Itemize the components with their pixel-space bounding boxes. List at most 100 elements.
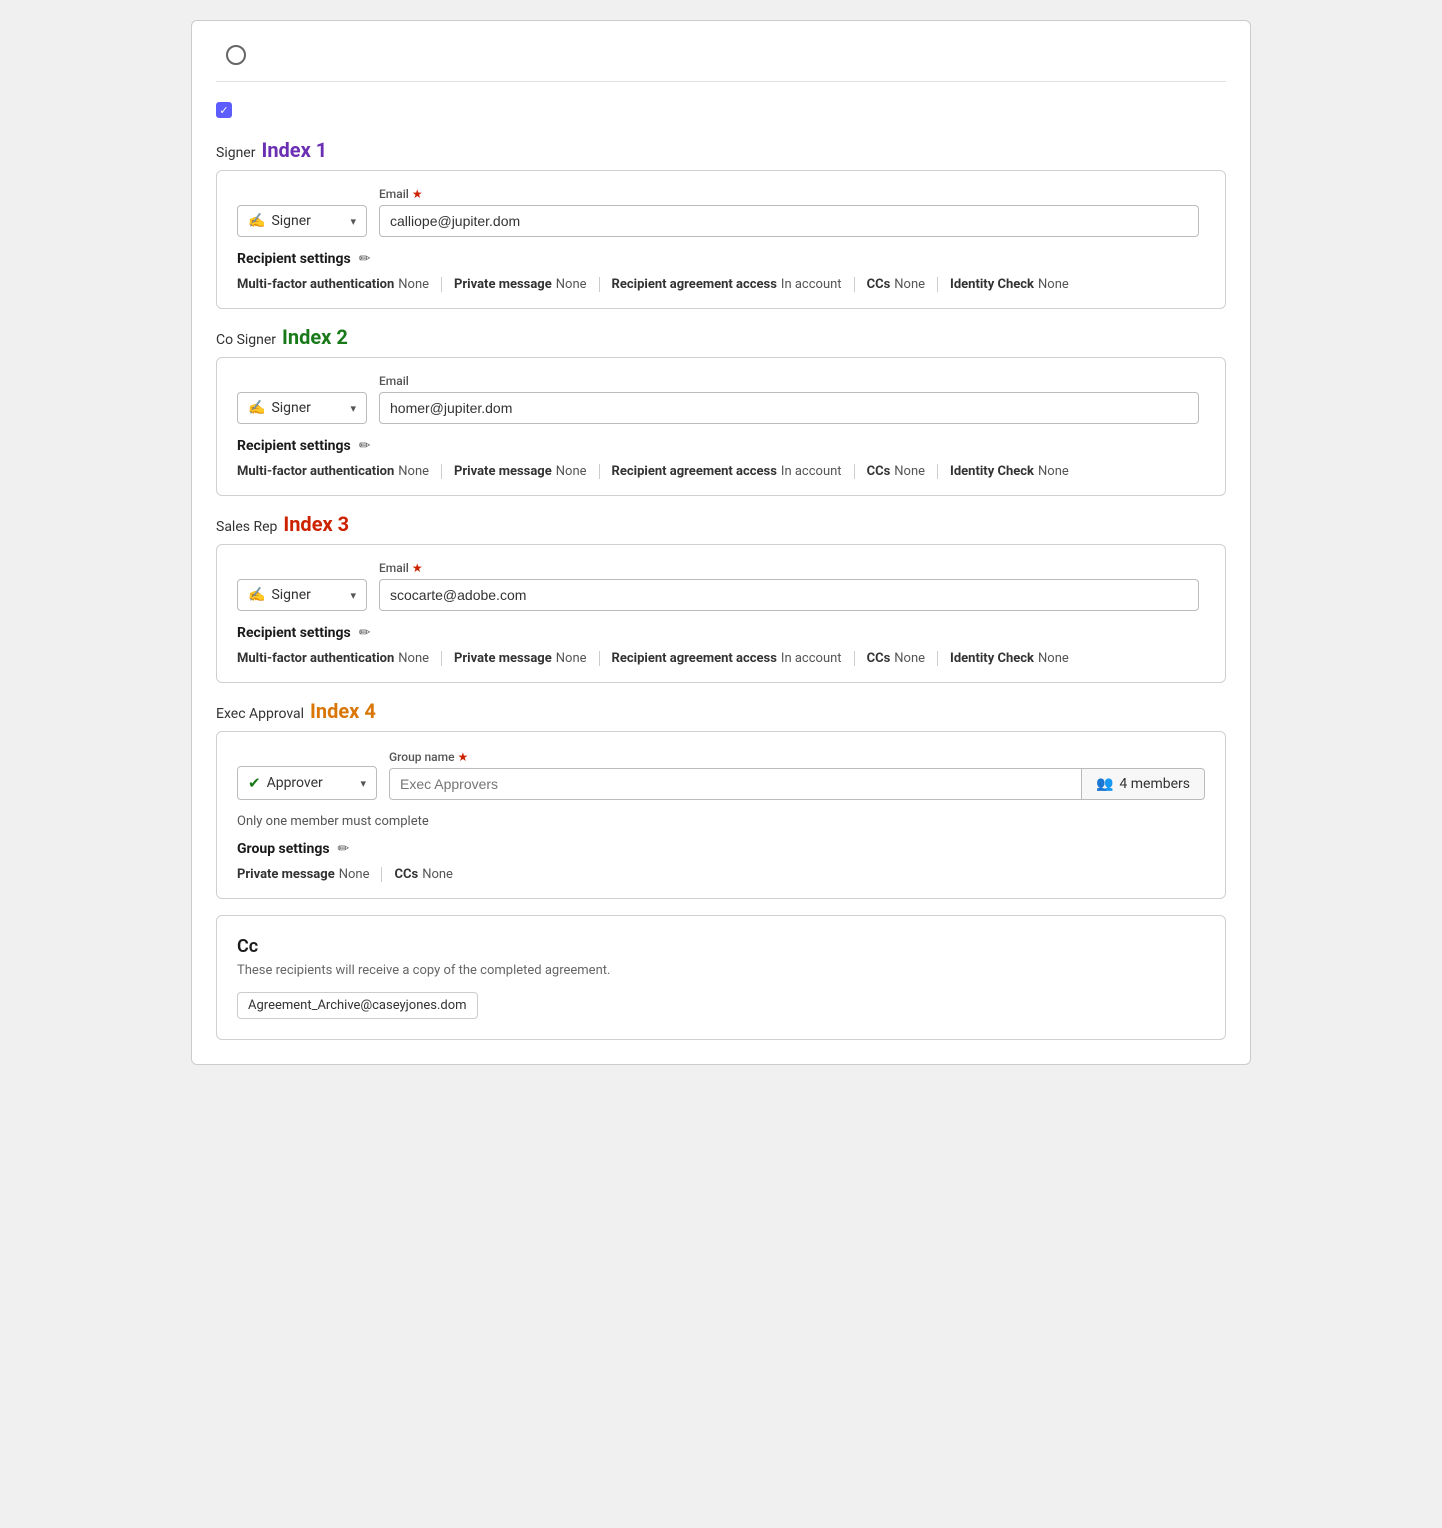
signer-dropdown-index1[interactable]: ✍Signer▾ — [237, 205, 367, 237]
edit-settings-icon-index1[interactable]: ✏ — [359, 251, 371, 267]
group-settings-key-1: CCs — [394, 867, 418, 882]
group-recipient-section-index4: Exec Approval Index 4 ✔Approver▾ Group nam… — [216, 699, 1226, 899]
cc-email-tag[interactable]: Agreement_Archive@caseyjones.dom — [237, 992, 478, 1019]
settings-row-index1: Recipient settings✏ — [237, 251, 1205, 267]
signer-icon-index3: ✍ — [248, 587, 265, 603]
dropdown-label-spacer-index1 — [237, 187, 367, 201]
settings-val-1-index1: None — [556, 277, 587, 292]
group-settings-val-1: None — [422, 867, 453, 882]
group-settings-label: Group settings — [237, 841, 330, 857]
dropdown-group-index3: ✍ Signer ▾ — [237, 561, 367, 611]
email-input-index2[interactable] — [379, 392, 1199, 424]
settings-item-4-index1: Identity Check None — [950, 277, 1069, 292]
settings-item-3-index2: CCsNone — [867, 464, 938, 479]
signer-icon-index2: ✍ — [248, 400, 265, 416]
group-header: Exec Approval Index 4 — [216, 699, 1226, 723]
group-card: ✔Approver▾ Group name ★ 👥4 members Only one… — [216, 731, 1226, 899]
group-settings-item-1: CCs None — [394, 867, 452, 882]
main-container: SignerIndex 1 ✍Signer▾Email ★Recipient s… — [191, 20, 1251, 1065]
settings-val-2-index3: In account — [781, 651, 842, 666]
settings-item-2-index2: Recipient agreement accessIn account — [612, 464, 855, 479]
settings-key-4-index2: Identity Check — [950, 464, 1034, 479]
group-settings-item-0: Private messageNone — [237, 867, 382, 882]
settings-val-4-index1: None — [1038, 277, 1069, 292]
settings-key-0-index3: Multi-factor authentication — [237, 651, 394, 666]
dropdown-text-index2: Signer — [271, 400, 310, 416]
recipient-input-row-index3: ✍ Signer ▾ Email ★ — [237, 561, 1205, 611]
group-settings-details: Private messageNone CCs None — [237, 867, 1205, 882]
signer-dropdown-index2[interactable]: ✍ Signer ▾ — [237, 392, 367, 424]
dropdown-label-spacer-index2 — [237, 374, 367, 388]
group-index-label: Index 4 — [310, 699, 376, 723]
settings-details-index2: Multi-factor authenticationNonePrivate m… — [237, 464, 1205, 479]
settings-item-3-index1: CCsNone — [867, 277, 938, 292]
dropdown-label-spacer-index3 — [237, 561, 367, 575]
edit-settings-icon-index2[interactable]: ✏ — [359, 438, 371, 454]
group-name-field-group: Group name ★ 👥4 members — [389, 750, 1205, 800]
group-recipient-section: Exec Approval Index 4 ✔Approver▾ Group nam… — [216, 699, 1226, 899]
edit-settings-icon-index3[interactable]: ✏ — [359, 625, 371, 641]
settings-item-2-index3: Recipient agreement accessIn account — [612, 651, 855, 666]
settings-val-0-index2: None — [398, 464, 429, 479]
edit-group-settings-icon[interactable]: ✏ — [338, 841, 350, 857]
dropdown-arrow-index1: ▾ — [350, 215, 356, 228]
cc-section-card: CcThese recipients will receive a copy o… — [216, 915, 1226, 1040]
only-one-member-note: Only one member must complete — [237, 814, 1205, 829]
group-name-input[interactable] — [389, 768, 1082, 800]
email-input-index3[interactable] — [379, 579, 1199, 611]
settings-val-3-index2: None — [894, 464, 925, 479]
approver-dropdown[interactable]: ✔Approver▾ — [237, 766, 377, 800]
dropdown-group-index2: ✍ Signer ▾ — [237, 374, 367, 424]
role-label-index2: Co Signer — [216, 332, 276, 348]
settings-label-index2: Recipient settings — [237, 438, 351, 454]
index-label-index1: Index 1 — [261, 138, 327, 162]
sign-order-checkbox[interactable] — [216, 102, 232, 118]
settings-key-1-index3: Private message — [454, 651, 552, 666]
settings-item-2-index1: Recipient agreement accessIn account — [612, 277, 855, 292]
settings-key-3-index1: CCs — [867, 277, 891, 292]
settings-key-0-index1: Multi-factor authentication — [237, 277, 394, 292]
members-badge[interactable]: 👥4 members — [1082, 768, 1205, 800]
email-label-index2: Email — [379, 374, 1205, 388]
group-role-label: Exec Approval — [216, 706, 304, 722]
settings-item-1-index1: Private messageNone — [454, 277, 599, 292]
signer-icon-index1: ✍ — [248, 213, 265, 229]
settings-row-index3: Recipient settings ✏ — [237, 625, 1205, 641]
group-name-label: Group name ★ — [389, 750, 1205, 764]
recipients-container: SignerIndex 1 ✍Signer▾Email ★Recipient s… — [216, 138, 1226, 683]
email-label-index1: Email ★ — [379, 187, 1205, 201]
settings-val-3-index3: None — [894, 651, 925, 666]
dropdown-arrow-index3: ▾ — [350, 589, 356, 602]
index-label-index2: Index 2 — [282, 325, 348, 349]
settings-key-4-index1: Identity Check — [950, 277, 1034, 292]
approver-check-icon: ✔ — [248, 774, 261, 792]
recipient-card-index1: ✍Signer▾ Email ★ Recipient settings✏ Multi-… — [216, 170, 1226, 309]
settings-details-index3: Multi-factor authentication None Private m… — [237, 651, 1205, 666]
index-label-index3: Index 3 — [283, 512, 349, 536]
email-label-index3: Email ★ — [379, 561, 1205, 575]
settings-key-1-index2: Private message — [454, 464, 552, 479]
settings-val-4-index3: None — [1038, 651, 1069, 666]
people-icon: 👥 — [1096, 776, 1113, 792]
role-label-index1: Signer — [216, 145, 255, 161]
cc-section: CcThese recipients will receive a copy o… — [216, 915, 1226, 1040]
settings-key-2-index1: Recipient agreement access — [612, 277, 777, 292]
recipient-header-index3: Sales RepIndex 3 — [216, 512, 1226, 536]
signer-dropdown-index3[interactable]: ✍ Signer ▾ — [237, 579, 367, 611]
email-group-index1: Email ★ — [379, 187, 1205, 237]
group-settings-row: Group settings ✏ — [237, 841, 1205, 857]
dropdown-text-index3: Signer — [271, 587, 310, 603]
settings-item-1-index3: Private messageNone — [454, 651, 599, 666]
dropdown-arrow-index2: ▾ — [350, 402, 356, 415]
settings-key-3-index3: CCs — [867, 651, 891, 666]
settings-val-3-index1: None — [894, 277, 925, 292]
settings-val-2-index2: In account — [781, 464, 842, 479]
email-input-index1[interactable] — [379, 205, 1199, 237]
recipient-section-index3: Sales RepIndex 3 ✍ Signer ▾ Email ★ Recipien… — [216, 512, 1226, 683]
group-input-row: ✔Approver▾ Group name ★ 👥4 members — [237, 748, 1205, 800]
settings-key-3-index2: CCs — [867, 464, 891, 479]
help-icon[interactable] — [226, 45, 246, 65]
cc-description: These recipients will receive a copy of … — [237, 963, 1205, 978]
settings-item-4-index3: Identity CheckNone — [950, 651, 1069, 666]
settings-label-index3: Recipient settings — [237, 625, 351, 641]
